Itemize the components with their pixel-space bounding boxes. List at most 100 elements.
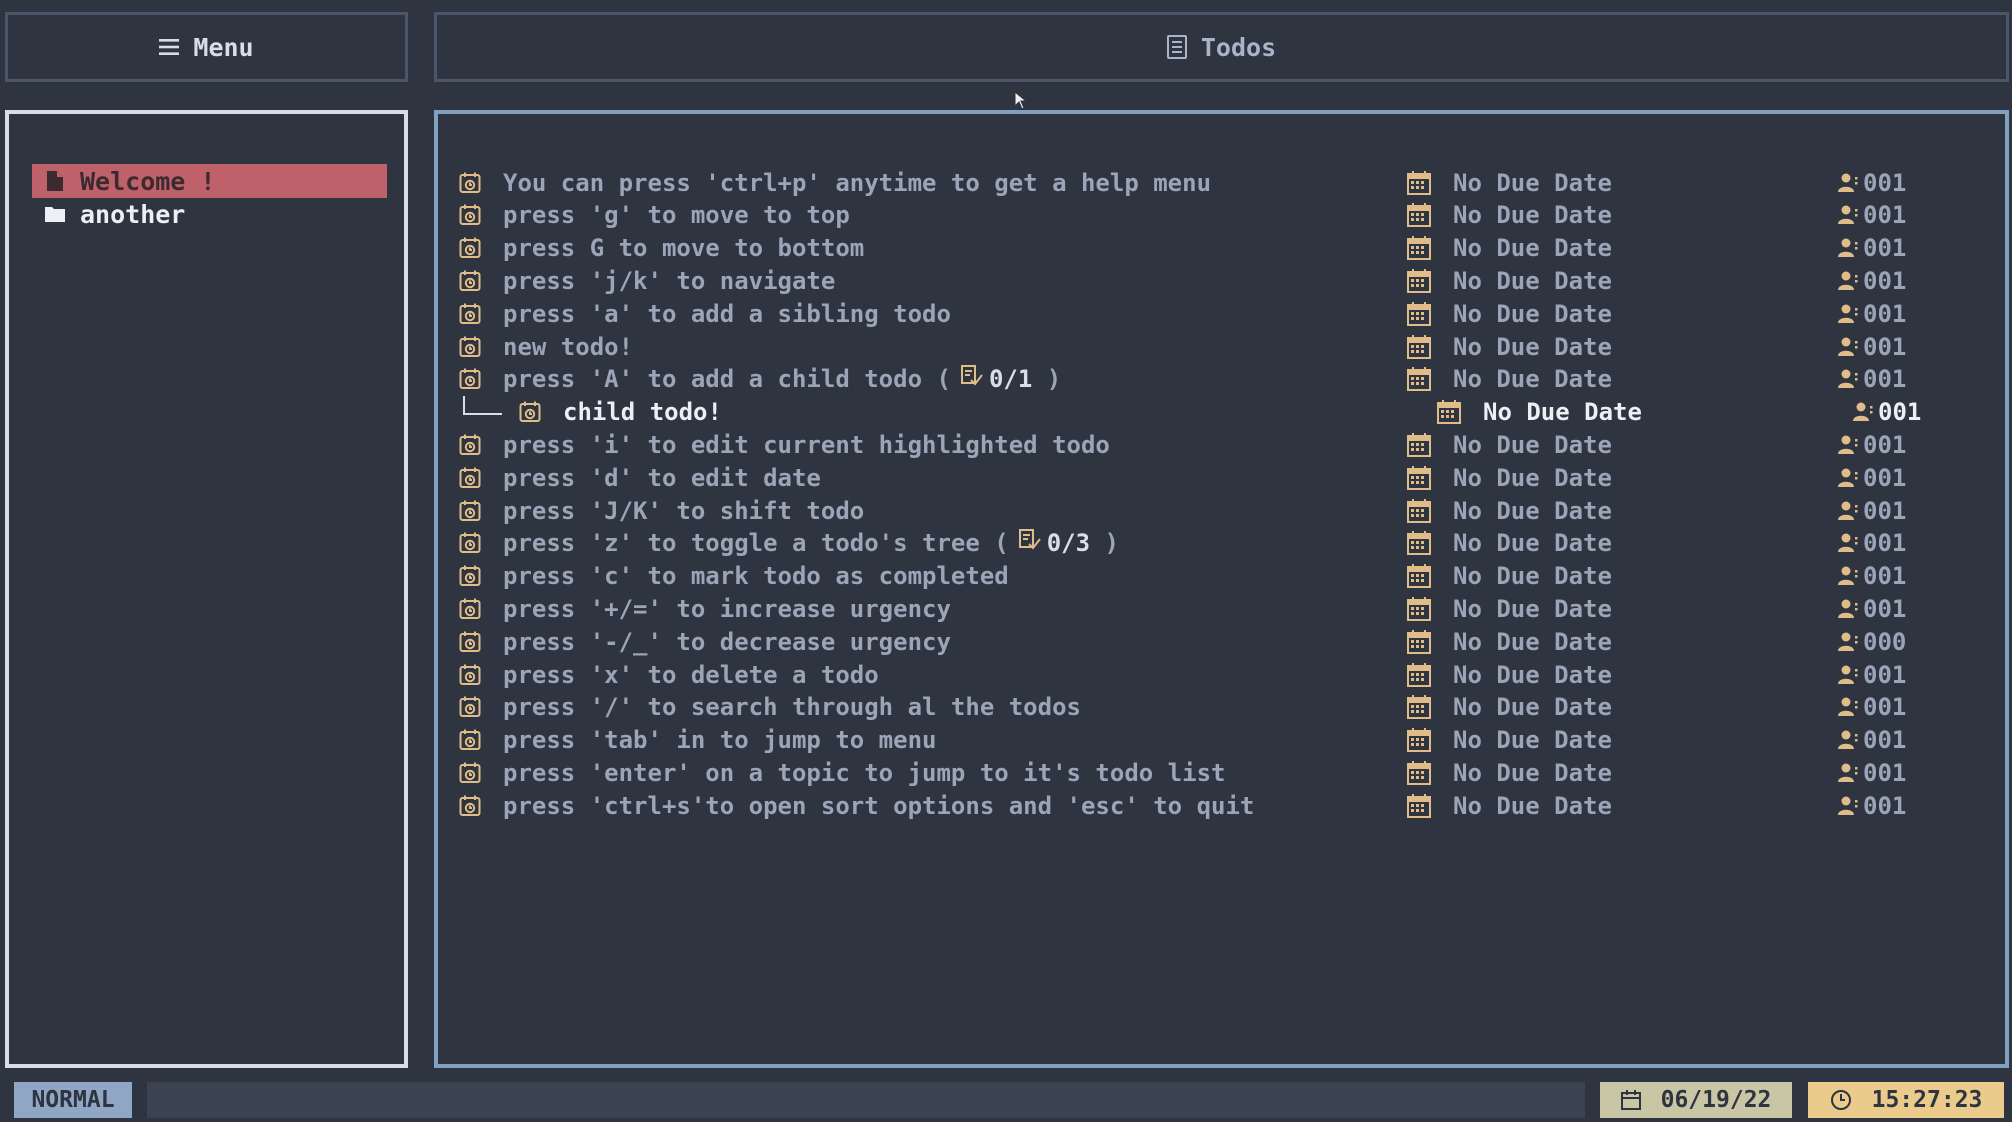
topic-sidebar[interactable]: Welcome ! another xyxy=(5,110,408,1068)
calendar-icon xyxy=(1406,592,1432,625)
todo-title-text: press 'i' to edit current highlighted to… xyxy=(503,430,1110,459)
calendar-icon xyxy=(1406,166,1432,199)
urgency-value: 001 xyxy=(1863,791,1907,820)
todo-status-icon xyxy=(458,658,482,691)
todo-title-text: child todo! xyxy=(563,398,722,427)
tree-branch-connector xyxy=(462,395,504,429)
todo-list-panel[interactable]: You can press 'ctrl+p' anytime to get a … xyxy=(434,110,2009,1068)
topic-label: another xyxy=(80,199,186,229)
calendar-icon xyxy=(1406,625,1432,658)
time-text: 15:27:23 xyxy=(1871,1087,1983,1113)
todo-row[interactable]: press 'a' to add a sibling todo No Due Da… xyxy=(438,297,2006,330)
progress-value: 0/3 xyxy=(1046,529,1091,558)
todo-row[interactable]: press 'c' to mark todo as completed No Du… xyxy=(438,560,2006,593)
todo-row[interactable]: press 'd' to edit date No Due Date 001 xyxy=(438,461,2006,494)
todo-title: press 'i' to edit current highlighted to… xyxy=(503,428,1110,461)
topic-item-welcome[interactable]: Welcome ! xyxy=(32,164,387,198)
urgency-value: 001 xyxy=(1863,693,1907,722)
todo-status-icon xyxy=(458,494,482,527)
calendar-icon xyxy=(1406,560,1432,593)
calendar-icon xyxy=(1406,658,1432,691)
todo-title-text: press 'z' to toggle a todo's tree xyxy=(503,529,980,558)
calendar-icon xyxy=(1406,428,1432,461)
urgency-icon xyxy=(1838,264,1860,297)
todo-title-text: press 'x' to delete a todo xyxy=(503,660,879,689)
todo-title: press 'z' to toggle a todo's tree (0/3 ) xyxy=(503,527,1119,560)
todo-title-text: press 'g' to move to top xyxy=(503,201,850,230)
time-badge: 15:27:23 xyxy=(1808,1082,2004,1118)
urgency-icon xyxy=(1838,756,1860,789)
child-todo-row[interactable]: child todo! No Due Date 001 xyxy=(438,395,2006,429)
todo-row[interactable]: press 'A' to add a child todo (0/1 ) No D… xyxy=(438,363,2006,396)
todo-title: press 'd' to edit date xyxy=(503,461,821,494)
progress-value: 0/1 xyxy=(988,365,1033,394)
todo-row[interactable]: press 'z' to toggle a todo's tree (0/3 )… xyxy=(438,527,2006,560)
progress-check-icon xyxy=(1009,529,1047,557)
calendar-icon xyxy=(1406,789,1432,822)
todo-row[interactable]: press 'ctrl+s'to open sort options and '… xyxy=(438,789,2006,822)
menu-title: Menu xyxy=(193,32,254,62)
urgency-value: 001 xyxy=(1863,299,1907,328)
calendar-icon xyxy=(1406,756,1432,789)
todo-status-icon xyxy=(458,560,482,593)
todo-title: press 'a' to add a sibling todo xyxy=(503,297,951,330)
urgency-icon xyxy=(1838,166,1860,199)
todo-row[interactable]: press G to move to bottom No Due Date 001 xyxy=(438,232,2006,265)
urgency-icon xyxy=(1838,560,1860,593)
due-date: No Due Date xyxy=(1453,758,1612,787)
todo-status-icon xyxy=(458,724,482,757)
todo-title-text: press 'enter' on a topic to jump to it's… xyxy=(503,758,1226,787)
todo-title-text: press 'tab' in to jump to menu xyxy=(503,726,937,755)
todos-title: Todos xyxy=(1200,32,1277,62)
todo-row[interactable]: press 'J/K' to shift todo No Due Date 001 xyxy=(438,494,2006,527)
urgency-value: 001 xyxy=(1863,463,1907,492)
urgency-icon xyxy=(1838,428,1860,461)
todo-title-text: press 'a' to add a sibling todo xyxy=(503,299,951,328)
due-date: No Due Date xyxy=(1453,332,1612,361)
due-date: No Due Date xyxy=(1453,594,1612,623)
todos-header[interactable]: Todos xyxy=(434,12,2009,82)
urgency-icon xyxy=(1838,363,1860,396)
todo-row[interactable]: press '-/_' to decrease urgency No Due Da… xyxy=(438,625,2006,658)
todo-status-icon xyxy=(458,789,482,822)
menu-header[interactable]: Menu xyxy=(5,12,408,82)
calendar-icon xyxy=(1406,199,1432,232)
todo-row[interactable]: press 'j/k' to navigate No Due Date 001 xyxy=(438,264,2006,297)
todo-row[interactable]: new todo! No Due Date 001 xyxy=(438,330,2006,363)
calendar-icon xyxy=(1406,297,1432,330)
progress-paren-close: ) xyxy=(1032,365,1062,394)
urgency-icon xyxy=(1838,625,1860,658)
todo-title: press 'x' to delete a todo xyxy=(503,658,879,691)
todo-title: press 'g' to move to top xyxy=(503,199,850,232)
todo-title: new todo! xyxy=(503,330,633,363)
due-date: No Due Date xyxy=(1453,627,1612,656)
todo-status-icon xyxy=(458,691,482,724)
clock-icon xyxy=(1830,1089,1852,1111)
hamburger-icon xyxy=(159,38,180,56)
urgency-value: 001 xyxy=(1863,332,1907,361)
progress-paren-open: ( xyxy=(922,365,951,394)
todo-status-icon xyxy=(458,166,482,199)
due-date: No Due Date xyxy=(1453,168,1612,197)
calendar-icon xyxy=(1406,330,1432,363)
todo-row[interactable]: You can press 'ctrl+p' anytime to get a … xyxy=(438,166,2006,199)
folder-icon xyxy=(44,203,66,225)
topic-item-another[interactable]: another xyxy=(32,197,387,231)
urgency-icon xyxy=(1838,461,1860,494)
progress-paren-close: ) xyxy=(1090,529,1119,558)
todo-row[interactable]: press 'i' to edit current highlighted to… xyxy=(438,428,2006,461)
todo-row[interactable]: press 'tab' in to jump to menu No Due Dat… xyxy=(438,724,2006,757)
todo-status-icon xyxy=(458,756,482,789)
todo-status-icon xyxy=(458,264,482,297)
due-date: No Due Date xyxy=(1453,234,1612,263)
due-date: No Due Date xyxy=(1453,299,1612,328)
todo-row[interactable]: press 'x' to delete a todo No Due Date 001 xyxy=(438,658,2006,691)
todo-row[interactable]: press 'g' to move to top No Due Date 001 xyxy=(438,199,2006,232)
todo-row[interactable]: press 'enter' on a topic to jump to it's… xyxy=(438,756,2006,789)
todo-row[interactable]: press '+/=' to increase urgency No Due Da… xyxy=(438,592,2006,625)
urgency-icon xyxy=(1838,297,1860,330)
todo-status-icon xyxy=(458,232,482,265)
todo-title: press G to move to bottom xyxy=(503,232,864,265)
todo-row[interactable]: press '/' to search through al the todos… xyxy=(438,691,2006,724)
todo-status-icon xyxy=(458,363,482,396)
